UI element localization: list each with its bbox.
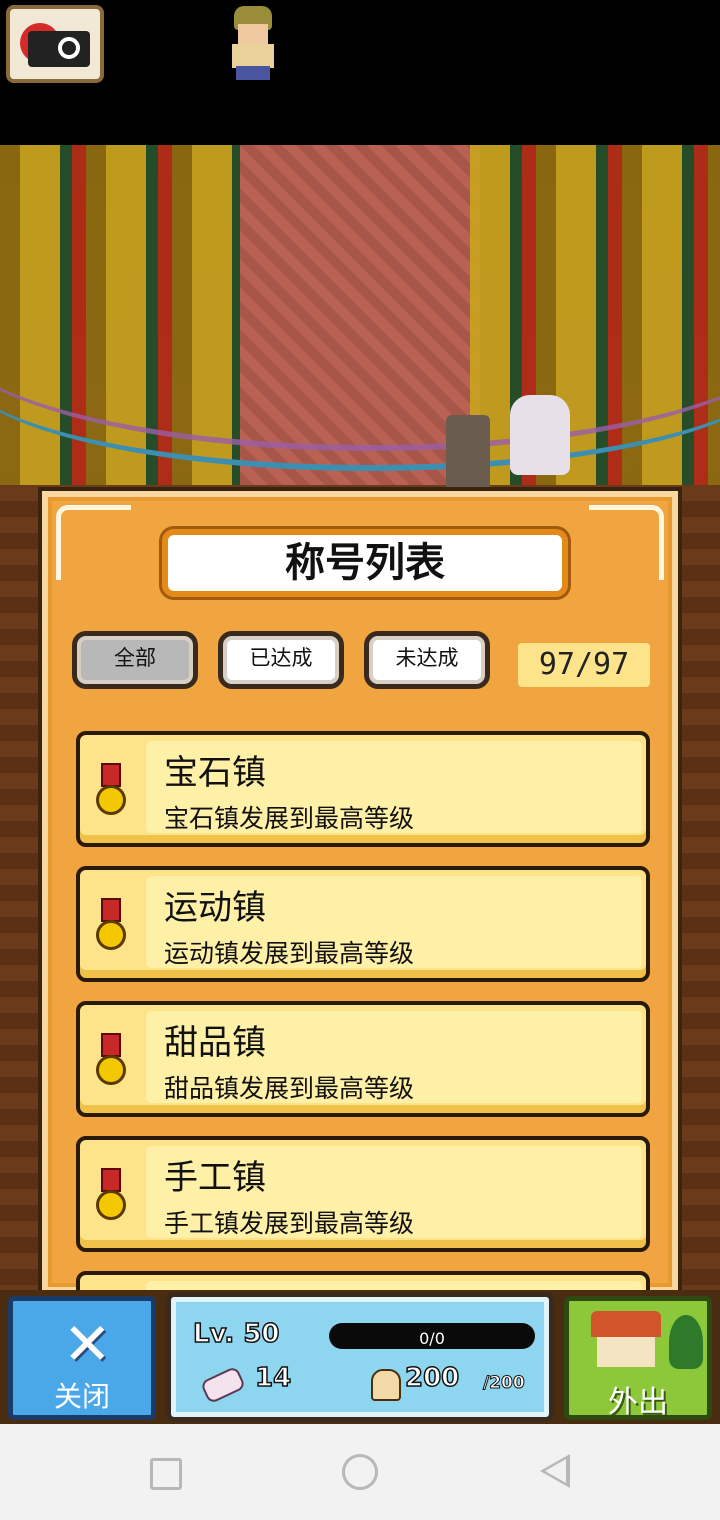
close-button[interactable]: ✕ 关闭 bbox=[8, 1296, 156, 1420]
title-name: 手工镇 bbox=[164, 1158, 266, 1198]
title-description: 运动镇发展到最高等级 bbox=[164, 939, 415, 968]
medal-icon bbox=[96, 1033, 126, 1093]
bunny-npc-sprite bbox=[510, 395, 570, 475]
stamina-value: 200 bbox=[404, 1362, 460, 1394]
points-value: 14 bbox=[254, 1362, 292, 1394]
list-item[interactable]: 手工镇 手工镇发展到最高等级 bbox=[76, 1136, 650, 1252]
filter-all-button[interactable]: 全部 bbox=[72, 631, 198, 689]
top-bar bbox=[0, 0, 720, 145]
title-count: 97/97 bbox=[518, 643, 650, 687]
home-icon[interactable] bbox=[342, 1454, 378, 1490]
brick-wall-right bbox=[680, 485, 720, 1425]
title-name: 运动镇 bbox=[164, 888, 266, 928]
go-out-button[interactable]: 外出 bbox=[564, 1296, 712, 1420]
filter-achieved-button[interactable]: 已达成 bbox=[218, 631, 344, 689]
house-icon bbox=[587, 1311, 703, 1371]
glove-icon bbox=[197, 1361, 247, 1405]
recent-apps-icon[interactable] bbox=[150, 1458, 182, 1490]
exp-value: 0/0 bbox=[419, 1329, 445, 1348]
android-nav-bar bbox=[0, 1424, 720, 1520]
brick-wall-left bbox=[0, 485, 40, 1425]
medal-icon bbox=[96, 763, 126, 823]
list-item[interactable]: 运动镇 运动镇发展到最高等级 bbox=[76, 866, 650, 982]
list-item[interactable]: 宝石镇 宝石镇发展到最高等级 bbox=[76, 731, 650, 847]
go-out-label: 外出 bbox=[608, 1385, 668, 1420]
player-character-sprite bbox=[228, 6, 278, 80]
garland-decoration bbox=[0, 265, 720, 471]
close-icon: ✕ bbox=[63, 1310, 112, 1378]
close-label: 关闭 bbox=[53, 1380, 110, 1413]
ornament-corner bbox=[56, 505, 131, 580]
title-description: 手工镇发展到最高等级 bbox=[164, 1209, 415, 1238]
medal-icon bbox=[96, 1168, 126, 1228]
bottom-bar: ✕ 关闭 Lv. 50 0/0 14 200 /200 外出 bbox=[0, 1290, 720, 1424]
stamina-max: /200 bbox=[483, 1373, 526, 1394]
title-name: 宝石镇 bbox=[164, 753, 266, 793]
filter-unachieved-button[interactable]: 未达成 bbox=[364, 631, 490, 689]
exp-bar: 0/0 bbox=[329, 1323, 535, 1349]
camera-lens-icon bbox=[58, 37, 80, 59]
back-icon[interactable] bbox=[540, 1454, 570, 1488]
npc-sprite bbox=[446, 415, 490, 495]
strength-icon bbox=[367, 1365, 401, 1401]
medal-icon bbox=[96, 898, 126, 958]
title-name: 甜品镇 bbox=[164, 1023, 266, 1063]
list-item[interactable]: 甜品镇 甜品镇发展到最高等级 bbox=[76, 1001, 650, 1117]
title-description: 宝石镇发展到最高等级 bbox=[164, 804, 415, 833]
title-list[interactable]: 宝石镇 宝石镇发展到最高等级 运动镇 运动镇发展到最高等级 甜品镇 甜品镇发展到… bbox=[76, 731, 652, 1293]
ornament-corner bbox=[589, 505, 664, 580]
player-level: Lv. 50 bbox=[192, 1318, 280, 1350]
panel-title: 称号列表 bbox=[162, 529, 568, 597]
title-description: 甜品镇发展到最高等级 bbox=[164, 1074, 415, 1103]
camera-button[interactable] bbox=[6, 5, 104, 83]
titles-panel: 称号列表 全部 已达成 未达成 97/97 宝石镇 宝石镇发展到最高等级 运动镇… bbox=[38, 487, 682, 1297]
player-status-panel: Lv. 50 0/0 14 200 /200 bbox=[166, 1292, 554, 1422]
